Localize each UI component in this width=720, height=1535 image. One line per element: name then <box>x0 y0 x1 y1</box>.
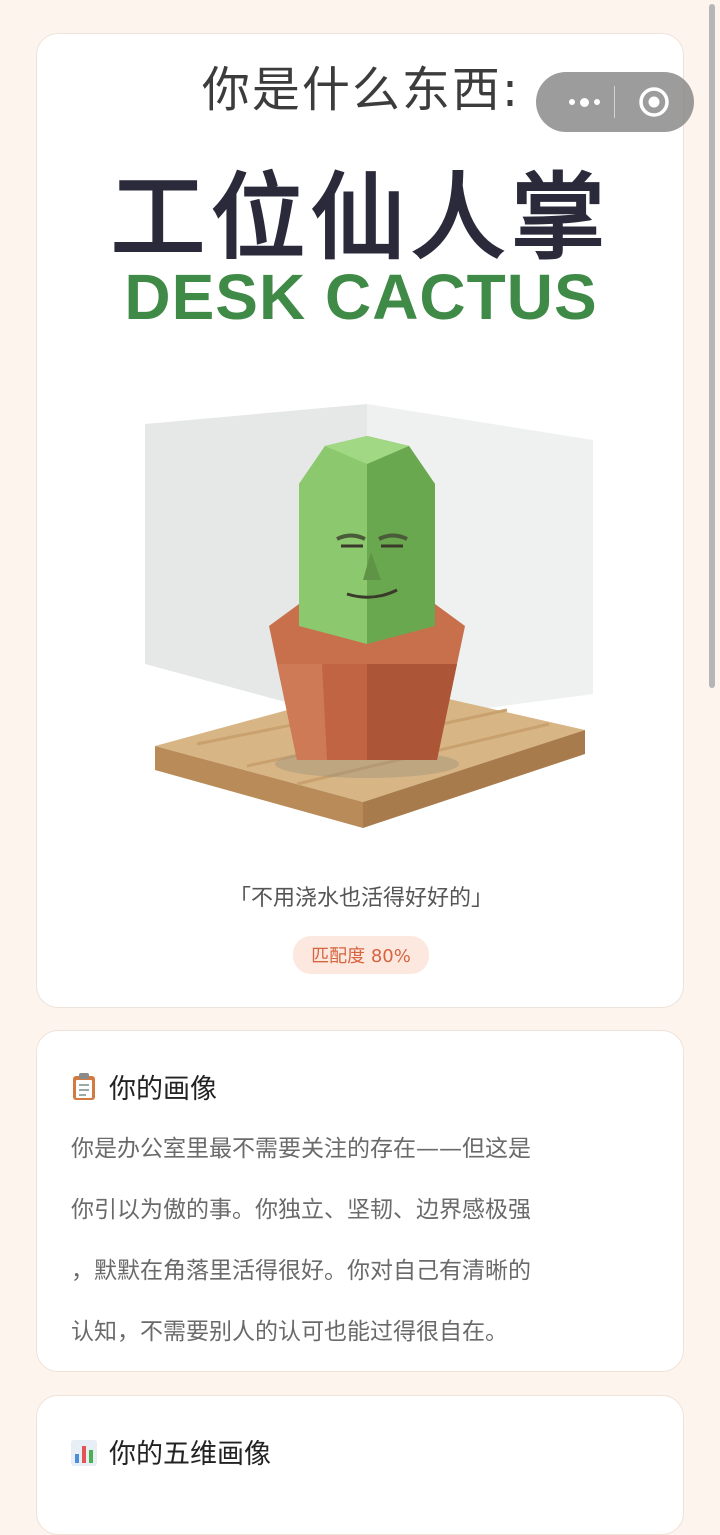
match-wrap: 匹配度 80% <box>37 936 683 974</box>
poster-title-en: DESK CACTUS <box>124 261 598 333</box>
bar-chart-icon <box>71 1438 97 1466</box>
portrait-title-text: 你的画像 <box>109 1074 217 1105</box>
five-dimension-title-text: 你的五维画像 <box>109 1439 271 1470</box>
portrait-description: 你是办公室里最不需要关注的存在——但这是 你引以为傲的事。你独立、坚韧、边界感极… <box>71 1119 651 1363</box>
result-quote: 「不用浇水也活得好好的」 <box>228 886 493 911</box>
result-card: 你是什么东西: 工位仙人掌 DESK CACTUS 「不用浇水也活得好好的」 匹… <box>36 33 684 1008</box>
portrait-line: ，默默在角落里活得很好。你对自己有清晰的 <box>71 1258 531 1284</box>
five-dimension-card: 你的五维画像 <box>36 1395 684 1535</box>
clipboard-icon <box>71 1072 97 1101</box>
portrait-title: 你的画像 <box>71 1067 217 1106</box>
cactus-illustration <box>145 404 593 828</box>
portrait-line: 你引以为傲的事。你独立、坚韧、边界感极强 <box>71 1197 531 1223</box>
capsule-divider <box>614 86 615 118</box>
five-dimension-title: 你的五维画像 <box>71 1432 271 1471</box>
portrait-card: 你的画像 你是办公室里最不需要关注的存在——但这是 你引以为傲的事。你独立、坚韧… <box>36 1030 684 1372</box>
scrollbar[interactable] <box>709 4 715 688</box>
portrait-line: 认知，不需要别人的认可也能过得很自在。 <box>71 1319 508 1345</box>
more-dots-icon[interactable] <box>556 72 612 132</box>
miniprogram-capsule <box>536 72 694 132</box>
result-poster: 你是什么东西: 工位仙人掌 DESK CACTUS <box>37 34 683 846</box>
match-badge: 匹配度 80% <box>293 936 429 974</box>
target-close-icon[interactable] <box>638 86 670 118</box>
poster-title-cn: 工位仙人掌 <box>110 164 611 273</box>
portrait-line: 你是办公室里最不需要关注的存在——但这是 <box>71 1136 531 1162</box>
